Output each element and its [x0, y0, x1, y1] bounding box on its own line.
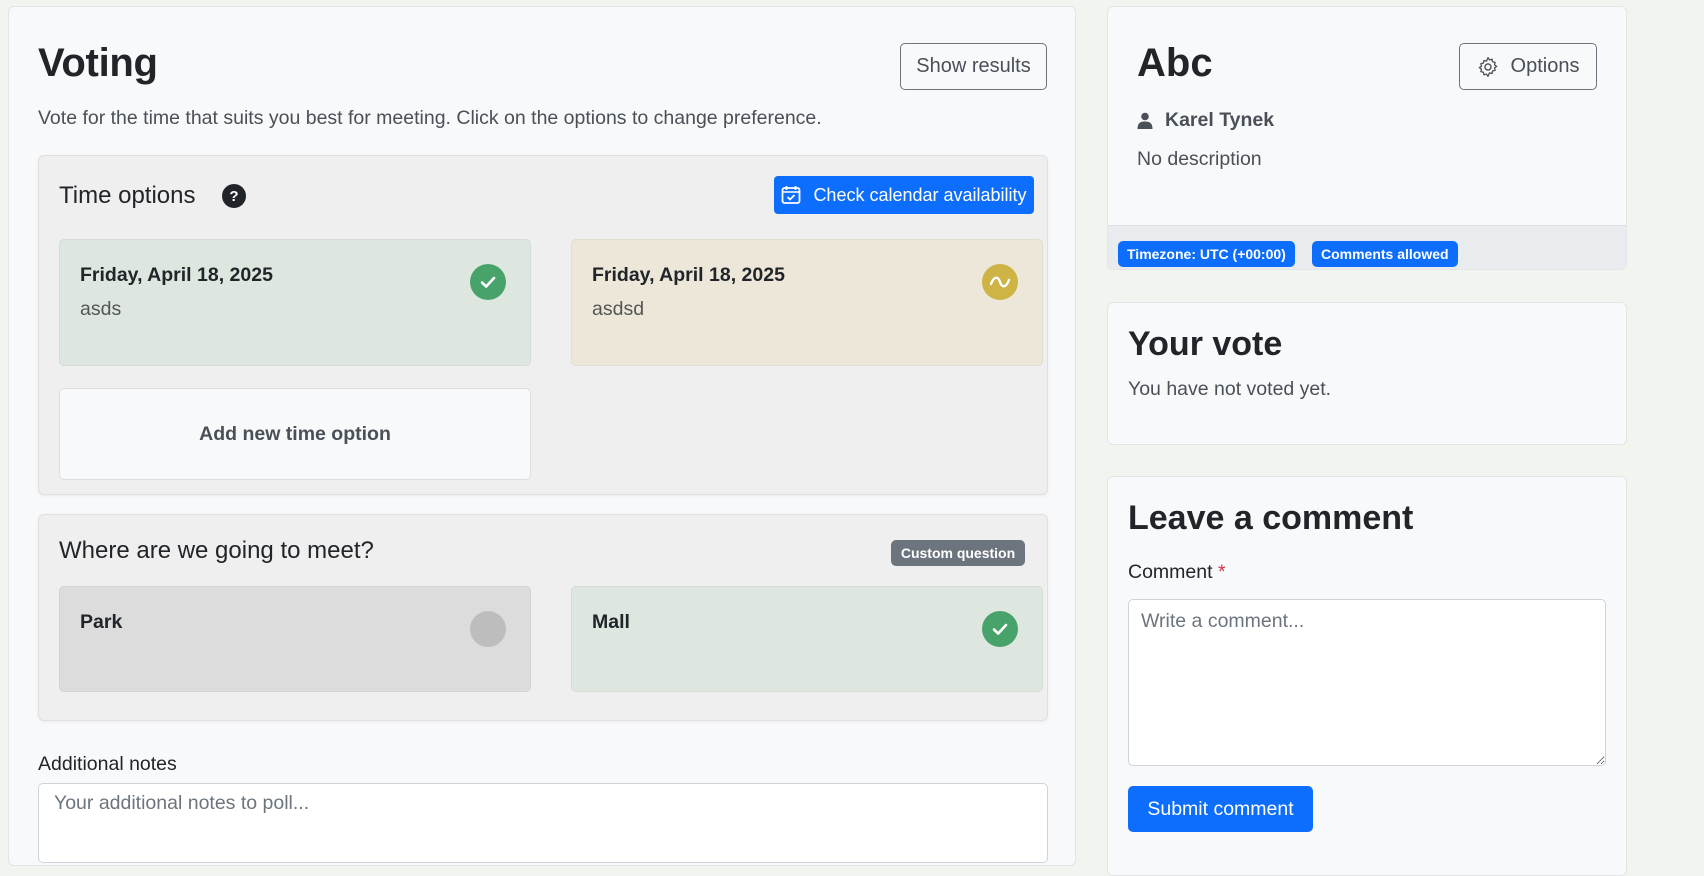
custom-question-title: Where are we going to meet?: [59, 537, 374, 564]
additional-notes-label: Additional notes: [38, 753, 177, 775]
comment-label: Comment *: [1128, 561, 1226, 584]
poll-title: Abc: [1137, 41, 1213, 85]
required-mark: *: [1217, 561, 1226, 583]
options-label: Options: [1510, 55, 1580, 77]
gear-icon: [1477, 56, 1499, 78]
voting-intro-text: Vote for the time that suits you best fo…: [38, 107, 822, 129]
check-calendar-label: Check calendar availability: [813, 184, 1027, 205]
author-name: Karel Tynek: [1165, 109, 1275, 131]
poll-description: No description: [1137, 148, 1262, 170]
question-option-mall[interactable]: Mall: [571, 586, 1043, 692]
comment-card-title: Leave a comment: [1128, 499, 1414, 537]
help-icon[interactable]: ?: [222, 184, 246, 208]
person-icon: [1137, 112, 1153, 129]
comments-allowed-badge: Comments allowed: [1312, 241, 1458, 267]
comment-input[interactable]: [1128, 599, 1606, 766]
check-icon: [470, 264, 506, 300]
question-option-park[interactable]: Park: [59, 586, 531, 692]
submit-comment-button[interactable]: Submit comment: [1128, 786, 1313, 832]
question-option-label: Park: [80, 611, 123, 633]
poll-badges-footer: Timezone: UTC (+00:00) Comments allowed: [1108, 225, 1626, 269]
poll-author: Karel Tynek: [1137, 109, 1274, 132]
time-option-1[interactable]: Friday, April 18, 2025 asds: [59, 239, 531, 366]
your-vote-title: Your vote: [1128, 325, 1283, 363]
add-time-option-button[interactable]: Add new time option: [59, 388, 531, 480]
time-options-title: Time options: [59, 182, 196, 209]
show-results-button[interactable]: Show results: [900, 43, 1047, 90]
time-option-note: asdsd: [592, 298, 645, 320]
check-icon: [982, 611, 1018, 647]
poll-info-card: Abc Options Karel Tynek No description T…: [1107, 6, 1627, 270]
comment-card: Leave a comment Comment * Submit comment: [1107, 476, 1627, 876]
time-options-section: Time options ? Check calendar availabili…: [38, 155, 1048, 495]
time-option-date: Friday, April 18, 2025: [592, 264, 785, 286]
page-title: Voting: [38, 41, 158, 85]
voting-card: Voting Show results Vote for the time th…: [8, 6, 1076, 866]
options-button[interactable]: Options: [1459, 43, 1597, 90]
empty-circle-icon: [470, 611, 506, 647]
comment-label-text: Comment: [1128, 561, 1213, 583]
custom-question-section: Where are we going to meet? Custom quest…: [38, 514, 1048, 721]
calendar-icon: [781, 185, 801, 205]
check-calendar-button[interactable]: Check calendar availability: [774, 176, 1034, 214]
time-option-date: Friday, April 18, 2025: [80, 264, 273, 286]
question-option-label: Mall: [592, 611, 630, 633]
timezone-badge: Timezone: UTC (+00:00): [1118, 241, 1295, 267]
maybe-tilde-icon: [982, 264, 1018, 300]
custom-question-badge: Custom question: [891, 540, 1025, 566]
your-vote-status: You have not voted yet.: [1128, 378, 1332, 400]
additional-notes-input[interactable]: [38, 783, 1048, 863]
time-option-note: asds: [80, 298, 122, 320]
your-vote-card: Your vote You have not voted yet.: [1107, 302, 1627, 445]
time-option-2[interactable]: Friday, April 18, 2025 asdsd: [571, 239, 1043, 366]
